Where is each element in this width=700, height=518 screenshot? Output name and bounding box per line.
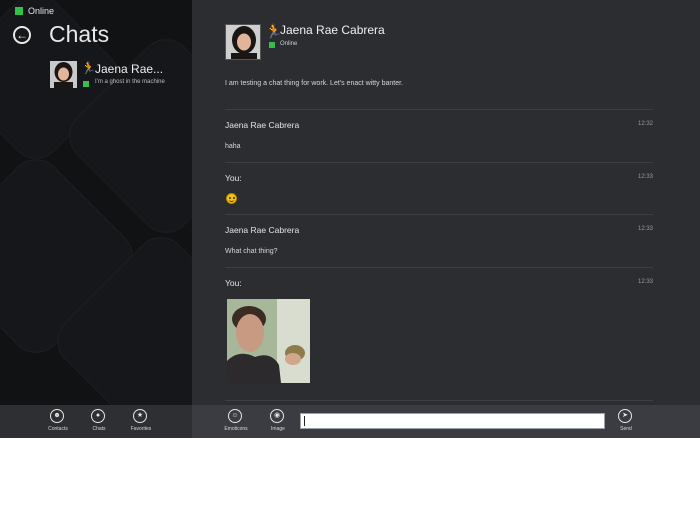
message-time: 12:33 — [637, 174, 653, 180]
send-button[interactable]: ➤ Send — [606, 409, 646, 438]
image-button[interactable]: ◉ Image — [258, 409, 298, 438]
contact-status: Online — [280, 41, 298, 47]
contact-name: Jaena Rae Cabrera — [280, 23, 385, 37]
message-text: What chat thing? — [225, 248, 278, 255]
contacts-button[interactable]: ☻ Contacts — [38, 409, 78, 438]
message-time: 12:33 — [637, 226, 653, 232]
contact-avatar — [225, 24, 261, 60]
star-icon: ★ — [133, 409, 147, 423]
message-input[interactable] — [300, 413, 605, 429]
favorites-label: Favorites — [130, 426, 152, 432]
message-sender: You: — [225, 278, 242, 288]
send-icon: ➤ — [618, 409, 632, 423]
presence-status-label: Online — [28, 6, 55, 16]
running-person-icon: 🏃 — [81, 61, 96, 75]
message-time: 12:32 — [637, 121, 653, 127]
chat-snippet: I'm a ghost in the machine — [95, 79, 165, 85]
messaging-app: Online ← Chats 🏃 Jaena Rae... I'm a ghos… — [0, 0, 700, 438]
image-label: Image — [271, 426, 285, 432]
back-arrow-icon[interactable]: ← — [13, 26, 31, 44]
conversation-pane: 🏃 Jaena Rae Cabrera Online I am testing … — [192, 0, 700, 405]
emoticons-button[interactable]: ☺ Emoticons — [216, 409, 256, 438]
send-label: Send — [620, 426, 632, 432]
avatar — [50, 61, 77, 88]
chat-contact-name: Jaena Rae... — [95, 62, 164, 76]
camera-icon: ◉ — [270, 409, 284, 423]
chats-label: Chats — [92, 426, 106, 432]
message-sender: Jaena Rae Cabrera — [225, 120, 300, 130]
message-item: Jaena Rae Cabrera 12:33 What chat thing? — [225, 214, 653, 268]
message-time: 12:33 — [637, 279, 653, 285]
chats-button[interactable]: ● Chats — [79, 409, 119, 438]
page-title: Chats — [49, 21, 110, 47]
message-sender: Jaena Rae Cabrera — [225, 225, 300, 235]
message-item: Jaena Rae Cabrera 12:32 haha — [225, 109, 653, 163]
contacts-label: Contacts — [48, 426, 68, 432]
message-item: You: 12:33 — [225, 162, 653, 215]
message-item: You: 12:33 — [225, 267, 653, 401]
online-indicator-icon — [269, 42, 275, 48]
photo-attachment[interactable] — [227, 299, 310, 383]
online-indicator-icon — [15, 7, 23, 15]
chats-icon: ● — [91, 409, 105, 423]
text-caret — [304, 416, 305, 426]
intro-message: I am testing a chat thing for work. Let'… — [225, 80, 403, 87]
contacts-icon: ☻ — [50, 409, 64, 423]
online-indicator-icon — [83, 81, 89, 87]
favorites-button[interactable]: ★ Favorites — [121, 409, 161, 438]
presence-status[interactable]: Online — [15, 6, 54, 16]
chats-pane: Online ← Chats 🏃 Jaena Rae... I'm a ghos… — [0, 0, 192, 405]
chat-list-item[interactable]: 🏃 Jaena Rae... I'm a ghost in the machin… — [50, 60, 190, 90]
emoticons-label: Emoticons — [224, 426, 248, 432]
smiley-emoticon-icon — [226, 193, 237, 204]
emoticon-icon: ☺ — [228, 409, 242, 423]
message-text: haha — [225, 143, 241, 150]
message-sender: You: — [225, 173, 242, 183]
